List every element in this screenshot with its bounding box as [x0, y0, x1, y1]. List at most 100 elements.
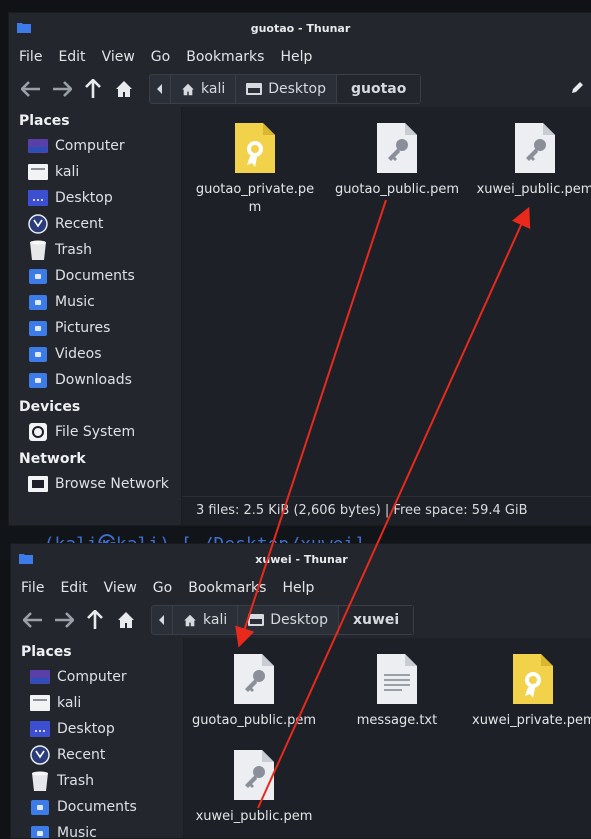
sidebar-item-trash[interactable]: Trash: [11, 768, 183, 794]
file-item[interactable]: xuwei_public.pem: [184, 748, 324, 826]
public-key-file-icon: [513, 121, 557, 175]
sidebar-item-computer[interactable]: Computer: [9, 133, 181, 159]
recent-icon: [30, 745, 50, 765]
thunar-window-xuwei[interactable]: xuwei - Thunar File Edit View Go Bookmar…: [10, 543, 591, 839]
sidebar-item-kali[interactable]: kali: [11, 690, 183, 716]
sidebar-item-pictures[interactable]: Pictures: [9, 315, 181, 341]
parent-folder-button[interactable]: [83, 608, 107, 632]
file-item[interactable]: guotao_public.pem: [184, 652, 324, 730]
sidebar-item-trash[interactable]: Trash: [9, 237, 181, 263]
edit-location-button[interactable]: [570, 80, 584, 99]
title-bar[interactable]: guotao - Thunar: [9, 13, 591, 43]
sidebar-item-label: Trash: [57, 773, 94, 789]
menu-bar: File Edit View Go Bookmarks Help: [9, 43, 591, 71]
breadcrumb-scroll-left[interactable]: [150, 75, 171, 103]
arrow-up-icon: [87, 610, 103, 630]
music-folder-icon: [29, 295, 47, 310]
sidebar-item-recent[interactable]: Recent: [11, 742, 183, 768]
sidebar-item-music[interactable]: Music: [9, 289, 181, 315]
breadcrumb-current[interactable]: guotao: [337, 75, 420, 103]
thunar-window-guotao[interactable]: guotao - Thunar File Edit View Go Bookma…: [8, 12, 591, 526]
menu-help[interactable]: Help: [280, 49, 312, 65]
sidebar-item-label: Downloads: [55, 372, 132, 388]
desktop-icon: [248, 614, 264, 626]
breadcrumb-current-label: xuwei: [353, 612, 399, 628]
breadcrumb-desktop[interactable]: Desktop: [236, 75, 337, 103]
menu-bookmarks[interactable]: Bookmarks: [186, 49, 264, 65]
file-name: xuwei_private.pem: [472, 712, 591, 730]
desktop-folder-icon: [30, 721, 50, 737]
menu-edit[interactable]: Edit: [58, 49, 85, 65]
pictures-folder-icon: [29, 321, 47, 336]
recent-icon: [28, 214, 48, 234]
sidebar-item-recent[interactable]: Recent: [9, 211, 181, 237]
sidebar-item-file-system[interactable]: File System: [9, 419, 181, 445]
file-item[interactable]: xuwei_private.pem: [472, 652, 591, 730]
network-icon: [28, 476, 48, 492]
sidebar-item-label: Computer: [57, 669, 127, 685]
menu-go[interactable]: Go: [153, 580, 172, 596]
breadcrumb-current[interactable]: xuwei: [339, 606, 413, 634]
breadcrumb-scroll-left[interactable]: [152, 606, 173, 634]
menu-help[interactable]: Help: [282, 580, 314, 596]
sidebar-item-label: Videos: [55, 346, 102, 362]
home-button[interactable]: [114, 608, 138, 632]
sidebar: Places Computer kali Desktop Recent Tras…: [11, 638, 184, 838]
home-folder-icon: [30, 695, 50, 711]
breadcrumb-desktop[interactable]: Desktop: [238, 606, 339, 634]
sidebar-item-kali[interactable]: kali: [9, 159, 181, 185]
home-button[interactable]: [112, 77, 136, 101]
menu-go[interactable]: Go: [151, 49, 170, 65]
desktop-folder-icon: [28, 190, 48, 206]
title-bar[interactable]: xuwei - Thunar: [11, 544, 591, 574]
back-button[interactable]: [21, 608, 45, 632]
sidebar-item-documents[interactable]: Documents: [11, 794, 183, 820]
arrow-left-icon: [23, 612, 43, 628]
sidebar-item-label: Computer: [55, 138, 125, 154]
sidebar-section-network: Network: [9, 445, 181, 471]
videos-folder-icon: [29, 347, 47, 362]
sidebar-item-videos[interactable]: Videos: [9, 341, 181, 367]
sidebar-item-documents[interactable]: Documents: [9, 263, 181, 289]
desktop-icon: [246, 83, 262, 95]
menu-bookmarks[interactable]: Bookmarks: [188, 580, 266, 596]
menu-view[interactable]: View: [104, 580, 137, 596]
file-item[interactable]: guotao_public.pem: [332, 121, 462, 199]
file-name: guotao_private.pe m: [192, 181, 318, 217]
sidebar-section-places: Places: [9, 107, 181, 133]
breadcrumb-home-label: kali: [203, 612, 227, 628]
sidebar-item-desktop[interactable]: Desktop: [9, 185, 181, 211]
breadcrumb-home[interactable]: kali: [173, 606, 238, 634]
breadcrumb: kali Desktop guotao: [149, 74, 421, 104]
sidebar-item-label: Trash: [55, 242, 92, 258]
sidebar-item-desktop[interactable]: Desktop: [11, 716, 183, 742]
home-icon: [183, 614, 197, 627]
file-view[interactable]: guotao_public.pem message.txt xuwei_priv…: [184, 638, 591, 838]
menu-file[interactable]: File: [21, 580, 44, 596]
forward-button[interactable]: [50, 77, 74, 101]
public-key-file-icon: [375, 121, 419, 175]
menu-view[interactable]: View: [102, 49, 135, 65]
home-icon: [115, 80, 133, 98]
arrow-up-icon: [85, 79, 101, 99]
sidebar-item-label: Recent: [55, 216, 103, 232]
back-button[interactable]: [19, 77, 43, 101]
computer-icon: [28, 139, 48, 153]
home-icon: [181, 83, 195, 96]
file-item[interactable]: message.txt: [334, 652, 460, 730]
sidebar-item-label: kali: [57, 695, 81, 711]
menu-file[interactable]: File: [19, 49, 42, 65]
breadcrumb-home[interactable]: kali: [171, 75, 236, 103]
sidebar-item-computer[interactable]: Computer: [11, 664, 183, 690]
file-item[interactable]: guotao_private.pe m: [192, 121, 318, 217]
private-key-file-icon: [233, 121, 277, 175]
menu-edit[interactable]: Edit: [60, 580, 87, 596]
sidebar-item-browse-network[interactable]: Browse Network: [9, 471, 181, 497]
sidebar-item-downloads[interactable]: Downloads: [9, 367, 181, 393]
parent-folder-button[interactable]: [81, 77, 105, 101]
file-item[interactable]: xuwei_public.pem: [472, 121, 591, 199]
sidebar-section-places: Places: [11, 638, 183, 664]
file-view[interactable]: guotao_private.pe m guotao_public.pem xu…: [182, 107, 591, 525]
sidebar-item-music[interactable]: Music: [11, 820, 183, 839]
forward-button[interactable]: [52, 608, 76, 632]
